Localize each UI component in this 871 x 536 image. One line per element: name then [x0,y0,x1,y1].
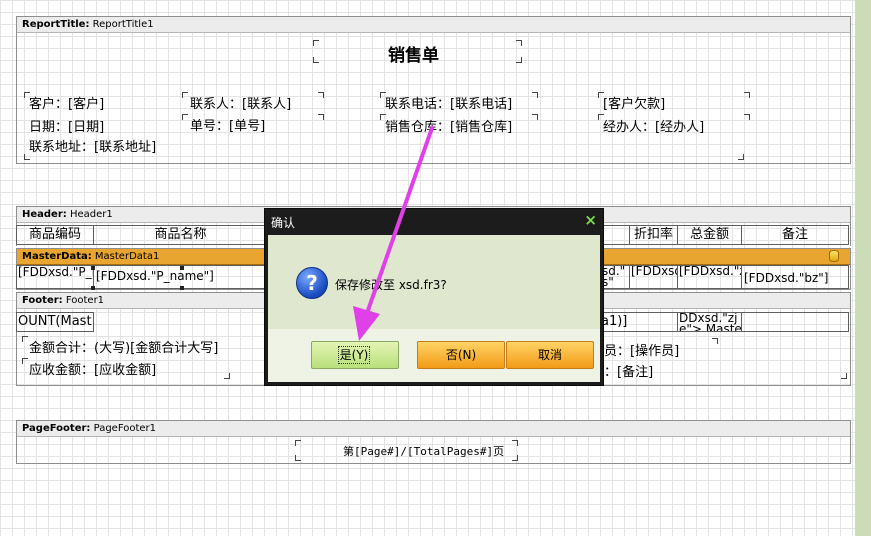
yes-button[interactable]: 是(Y) [311,341,399,369]
footer-cell-zje-sum[interactable]: DDxsd."zj e">,Maste [677,312,742,332]
field-customer-debt[interactable]: [客户欠款] [603,93,665,112]
confirm-dialog[interactable]: 确认 × ? 保存修改至 xsd.fr3? 是(Y) 否(N) 取消 [264,208,604,386]
question-icon: ? [296,267,328,299]
dialog-message: 保存修改至 xsd.fr3? [335,278,447,292]
field-date[interactable]: 日期：[日期] [29,116,104,135]
field-operator[interactable]: 员：[操作员] [604,340,679,359]
master-cell-partial[interactable]: sd." s" [600,265,630,289]
field-contact[interactable]: 联系人：[联系人] [190,93,291,112]
field-address[interactable]: 联系地址：[联系地址] [29,136,156,155]
dialog-body: ? 保存修改至 xsd.fr3? [268,235,600,329]
field-footer-note[interactable]: ：[备注] [604,361,653,380]
field-phone[interactable]: 联系电话：[联系电话] [385,93,512,112]
close-icon[interactable]: × [584,211,597,229]
footer-cell-empty[interactable] [741,312,849,332]
field-customer[interactable]: 客户：[客户] [29,93,104,112]
band-header-report-title: ReportTitle: ReportTitle1 [17,17,850,33]
field-handler[interactable]: 经办人：[经办人] [603,116,704,135]
footer-cell-count[interactable]: OUNT(Mast [16,312,94,332]
no-button[interactable]: 否(N) [417,341,505,369]
band-header-page-footer: PageFooter: PageFooter1 [17,421,850,437]
header-cell-code[interactable]: 商品编码 [16,225,94,245]
dialog-title: 确认 [271,216,296,230]
header-cell-name[interactable]: 商品名称 [93,225,268,245]
yes-button-label: 是(Y) [338,346,370,364]
header-cell-total[interactable]: 总金额 [677,225,742,245]
footer-cell-partial[interactable]: a1)] [600,312,678,332]
field-amount-total[interactable]: 金额合计：(大写)[金额合计大写] [29,337,218,356]
cancel-button[interactable]: 取消 [506,341,594,369]
master-cell-pid[interactable]: [FDDxsd."P_ID"] [16,265,94,289]
dialog-footer: 是(Y) 否(N) 取消 [268,329,600,382]
page-number-field[interactable]: 第[Page#]/[TotalPages#]页 [343,443,504,459]
database-icon [829,250,839,262]
field-receivable[interactable]: 应收金额：[应收金额] [29,359,156,378]
master-cell-bz[interactable]: [FDDxsd."bz"] [741,265,849,289]
field-order-no[interactable]: 单号：[单号] [190,115,265,134]
report-heading[interactable]: 销售单 [388,41,439,66]
header-cell-hidden [603,225,630,245]
side-panel [855,0,871,536]
field-warehouse[interactable]: 销售仓库：[销售仓库] [385,116,512,135]
master-cell-dzl[interactable]: [FDDxsd."dzl"] [629,265,678,289]
master-cell-zje[interactable]: [FDDxsd."zje"] [677,265,742,289]
header-cell-discount[interactable]: 折扣率 [629,225,678,245]
header-cell-note[interactable]: 备注 [741,225,849,245]
